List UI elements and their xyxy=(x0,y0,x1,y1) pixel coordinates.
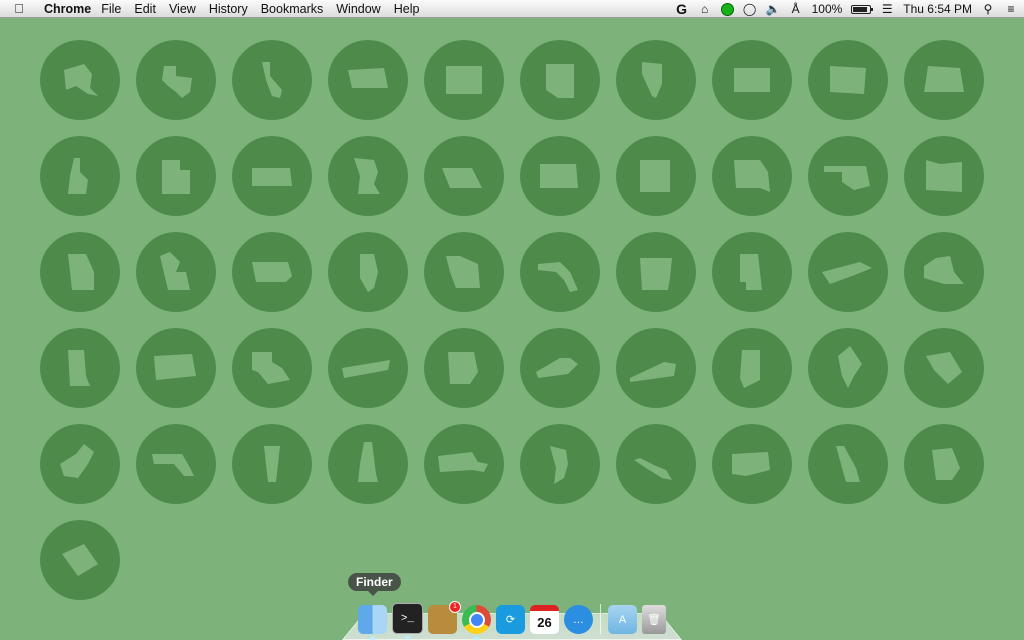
messages-icon[interactable]: … xyxy=(564,605,593,634)
delaware-icon[interactable] xyxy=(808,424,888,504)
home-icon[interactable]: ⌂ xyxy=(698,2,712,16)
north-dakota-icon[interactable] xyxy=(808,40,888,120)
sync-icon[interactable]: ⟳ xyxy=(496,605,525,634)
west-virginia-icon[interactable] xyxy=(40,424,120,504)
vermont-icon[interactable] xyxy=(232,424,312,504)
ohio-icon[interactable] xyxy=(424,328,504,408)
south-carolina-icon[interactable] xyxy=(904,328,984,408)
virginia-icon[interactable] xyxy=(616,328,696,408)
spotlight-search-icon[interactable]: ⚲ xyxy=(981,2,995,16)
missouri-icon[interactable] xyxy=(712,136,792,216)
battery-percent: 100% xyxy=(811,2,843,16)
menu-help[interactable]: Help xyxy=(394,2,420,16)
south-dakota-icon[interactable] xyxy=(520,136,600,216)
menu-history[interactable]: History xyxy=(209,2,248,16)
rhode-island-icon[interactable] xyxy=(904,424,984,504)
montana-icon[interactable] xyxy=(328,40,408,120)
washington-icon[interactable] xyxy=(904,136,984,216)
alabama-icon[interactable] xyxy=(712,232,792,312)
indiana-icon[interactable] xyxy=(712,328,792,408)
kentucky-icon[interactable] xyxy=(520,328,600,408)
volume-icon[interactable]: 🔈 xyxy=(766,2,781,16)
tennessee-icon[interactable] xyxy=(328,328,408,408)
menu-bar:  Chrome File Edit View History Bookmark… xyxy=(0,0,1024,18)
menu-file[interactable]: File xyxy=(101,2,121,16)
florida-icon[interactable] xyxy=(520,232,600,312)
maine-icon[interactable] xyxy=(808,328,888,408)
calendar-date: 26 xyxy=(537,615,552,630)
chrome-icon[interactable] xyxy=(462,605,491,640)
bluetooth-icon[interactable]: Å xyxy=(789,2,803,16)
wifi-icon[interactable]: ☰ xyxy=(880,2,894,16)
calendar-icon[interactable]: 26 xyxy=(530,605,559,634)
utah-icon[interactable] xyxy=(136,136,216,216)
new-york-icon[interactable] xyxy=(904,232,984,312)
minnesota-icon[interactable] xyxy=(328,136,408,216)
oregon-icon[interactable] xyxy=(904,40,984,120)
apple-icon[interactable]:  xyxy=(8,1,30,16)
texas-icon[interactable] xyxy=(136,40,216,120)
colorado-icon[interactable] xyxy=(712,40,792,120)
applications-folder-icon[interactable]: A xyxy=(608,605,637,634)
chat-bubble-icon[interactable]: ◯ xyxy=(743,2,757,16)
connecticut-icon[interactable] xyxy=(712,424,792,504)
new-jersey-icon[interactable] xyxy=(520,424,600,504)
running-indicator xyxy=(405,636,410,639)
massachusetts-icon[interactable] xyxy=(424,424,504,504)
status-green-icon[interactable] xyxy=(720,2,734,16)
arkansas-icon[interactable] xyxy=(616,232,696,312)
notification-badge: 1 xyxy=(449,601,461,613)
finder-icon[interactable] xyxy=(358,605,387,640)
oklahoma-icon[interactable] xyxy=(808,136,888,216)
louisiana-icon[interactable] xyxy=(232,328,312,408)
nevada-icon[interactable] xyxy=(616,40,696,120)
california-icon[interactable] xyxy=(232,40,312,120)
north-carolina-icon[interactable] xyxy=(808,232,888,312)
dock-divider xyxy=(600,604,601,634)
nebraska-icon[interactable] xyxy=(424,136,504,216)
clock[interactable]: Thu 6:54 PM xyxy=(903,2,972,16)
arizona-icon[interactable] xyxy=(520,40,600,120)
menu-view[interactable]: View xyxy=(169,2,196,16)
georgia-icon[interactable] xyxy=(40,232,120,312)
notification-center-icon[interactable]: ≡ xyxy=(1004,2,1018,16)
idaho-icon[interactable] xyxy=(40,136,120,216)
dock: >_ 1 ⟳ 26 … A 🗑 xyxy=(358,598,666,640)
g-extension-icon[interactable]: G xyxy=(675,2,689,16)
illinois-icon[interactable] xyxy=(328,232,408,312)
app-name-menu[interactable]: Chrome xyxy=(44,2,91,16)
wisconsin-icon[interactable] xyxy=(424,232,504,312)
battery-icon[interactable] xyxy=(851,4,874,14)
wyoming-alt-icon[interactable] xyxy=(40,520,120,600)
menu-edit[interactable]: Edit xyxy=(134,2,156,16)
mississippi-icon[interactable] xyxy=(40,328,120,408)
terminal-icon[interactable]: >_ xyxy=(392,603,423,639)
pennsylvania-icon[interactable] xyxy=(136,328,216,408)
michigan-icon[interactable] xyxy=(136,232,216,312)
alaska-icon[interactable] xyxy=(40,40,120,120)
menu-window[interactable]: Window xyxy=(336,2,380,16)
kansas-icon[interactable] xyxy=(232,136,312,216)
status-area: G ⌂ ◯ 🔈 Å 100% ☰ Thu 6:54 PM ⚲ ≡ xyxy=(675,0,1018,18)
hawaii-icon[interactable] xyxy=(616,424,696,504)
wyoming-icon[interactable] xyxy=(424,40,504,120)
maryland-icon[interactable] xyxy=(136,424,216,504)
terminal-prompt: >_ xyxy=(400,612,415,625)
dock-tooltip: Finder xyxy=(348,573,401,596)
trash-icon[interactable]: 🗑 xyxy=(642,605,666,634)
mail-icon[interactable]: 1 xyxy=(428,601,461,634)
menu-bookmarks[interactable]: Bookmarks xyxy=(261,2,324,16)
iowa-icon[interactable] xyxy=(232,232,312,312)
new-hampshire-icon[interactable] xyxy=(328,424,408,504)
new-mexico-icon[interactable] xyxy=(616,136,696,216)
